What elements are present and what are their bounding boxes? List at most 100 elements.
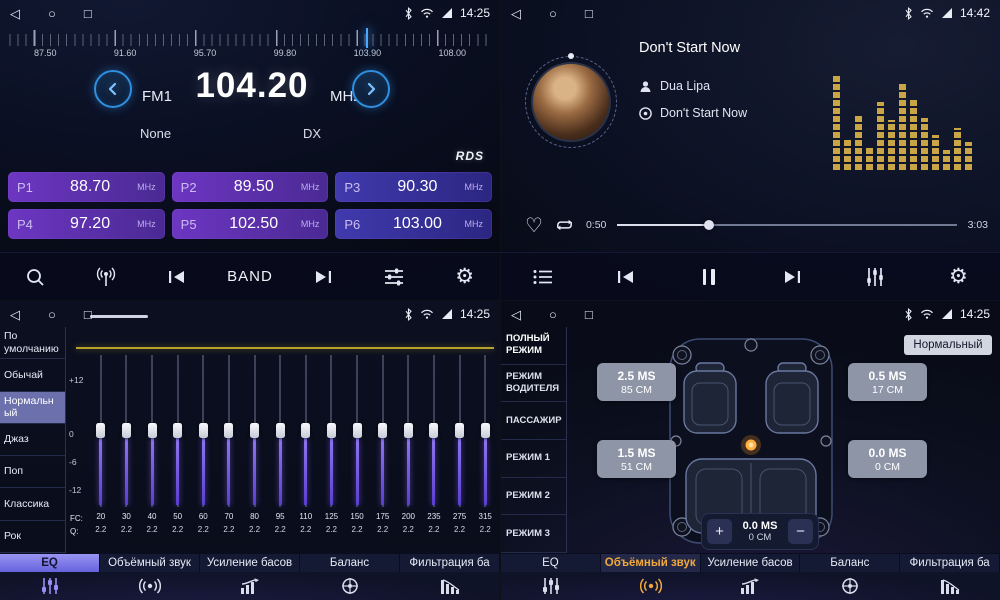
surround-tab-icon[interactable] [601, 572, 701, 600]
next-station-button[interactable] [303, 257, 343, 297]
eq-slider-knob[interactable] [199, 423, 208, 438]
eq-band-slider[interactable] [478, 355, 492, 507]
preset-button-p6[interactable]: P6103.00MHz [335, 209, 492, 239]
recents-icon[interactable]: □ [585, 7, 593, 20]
home-icon[interactable]: ○ [549, 7, 557, 20]
surround-mode-item[interactable]: РЕЖИМ 3 [501, 515, 566, 553]
balance-tab-icon[interactable] [800, 572, 900, 600]
filter-tab-icon[interactable] [900, 572, 1000, 600]
eq-slider-knob[interactable] [173, 423, 182, 438]
surround-mode-item[interactable]: ПАССАЖИР [501, 402, 566, 440]
scan-button[interactable] [15, 257, 55, 297]
pause-button[interactable] [689, 257, 729, 297]
eq-slider-knob[interactable] [378, 423, 387, 438]
filter-tab-icon[interactable] [400, 572, 500, 600]
audio-tab-surround[interactable]: Объёмный звук [601, 554, 701, 572]
delay-decrease-button[interactable]: − [788, 519, 813, 544]
audio-tab-eq[interactable]: EQ [501, 554, 601, 572]
audio-settings-button[interactable] [374, 257, 414, 297]
surround-mode-item[interactable]: РЕЖИМ ВОДИТЕЛЯ [501, 365, 566, 403]
previous-track-button[interactable] [606, 257, 646, 297]
frequency-scale[interactable]: 87.50 91.60 95.70 99.80 103.90 108.00 [8, 30, 492, 64]
repeat-icon[interactable] [554, 217, 575, 233]
home-icon[interactable]: ○ [48, 308, 56, 321]
eq-band-slider[interactable] [427, 355, 441, 507]
tune-down-button[interactable] [94, 70, 132, 108]
surround-mode-item[interactable]: РЕЖИМ 2 [501, 478, 566, 516]
audio-tab-balance[interactable]: Баланс [800, 554, 900, 572]
audio-tab-eq[interactable]: EQ [0, 554, 100, 572]
eq-band-slider[interactable] [453, 355, 467, 507]
delay-increase-button[interactable]: + [707, 519, 732, 544]
preset-button-p4[interactable]: P497.20MHz [8, 209, 165, 239]
settings-button[interactable]: ⚙ [445, 257, 485, 297]
back-icon[interactable]: ◁ [511, 7, 521, 20]
eq-band-slider[interactable] [94, 355, 108, 507]
favorite-button[interactable]: ♡ [525, 215, 543, 235]
sound-profile-button[interactable]: Нормальный [904, 335, 992, 355]
preset-button-p3[interactable]: P390.30MHz [335, 172, 492, 202]
surround-tab-icon[interactable] [100, 572, 200, 600]
playlist-button[interactable] [523, 257, 563, 297]
eq-band-slider[interactable] [248, 355, 262, 507]
recents-icon[interactable]: □ [84, 7, 92, 20]
recents-icon[interactable]: □ [585, 308, 593, 321]
audio-tab-surround[interactable]: Объёмный звук [100, 554, 200, 572]
eq-slider-knob[interactable] [148, 423, 157, 438]
eq-band-slider[interactable] [171, 355, 185, 507]
eq-slider-knob[interactable] [481, 423, 490, 438]
progress-knob[interactable] [704, 220, 714, 230]
eq-slider-knob[interactable] [353, 423, 362, 438]
audio-tab-filter[interactable]: Фильтрация ба [900, 554, 1000, 572]
eq-preset-item[interactable]: По умолчанию [0, 327, 65, 359]
delay-front-left[interactable]: 2.5 MS 85 CM [597, 363, 676, 401]
eq-tab-icon[interactable] [501, 572, 601, 600]
recents-icon[interactable]: □ [84, 308, 92, 321]
settings-button[interactable]: ⚙ [938, 257, 978, 297]
audio-tab-bass-boost[interactable]: Усиление басов [200, 554, 300, 572]
eq-band-slider[interactable] [196, 355, 210, 507]
back-icon[interactable]: ◁ [10, 7, 20, 20]
eq-slider-knob[interactable] [327, 423, 336, 438]
eq-preset-item[interactable]: Джаз [0, 424, 65, 456]
eq-slider-knob[interactable] [429, 423, 438, 438]
back-icon[interactable]: ◁ [10, 308, 20, 321]
eq-preset-item[interactable]: Рок [0, 521, 65, 553]
eq-preset-item[interactable]: Классика [0, 488, 65, 520]
tune-up-button[interactable] [352, 70, 390, 108]
eq-tab-icon[interactable] [0, 572, 100, 600]
eq-slider-knob[interactable] [301, 423, 310, 438]
eq-slider-knob[interactable] [404, 423, 413, 438]
eq-preset-item[interactable]: Нормальный [0, 392, 65, 424]
eq-slider-knob[interactable] [276, 423, 285, 438]
eq-band-slider[interactable] [350, 355, 364, 507]
eq-slider-knob[interactable] [250, 423, 259, 438]
eq-slider-knob[interactable] [122, 423, 131, 438]
preset-button-p2[interactable]: P289.50MHz [172, 172, 329, 202]
delay-rear-right[interactable]: 0.0 MS 0 CM [848, 440, 927, 478]
delay-rear-left[interactable]: 1.5 MS 51 CM [597, 440, 676, 478]
eq-band-slider[interactable] [324, 355, 338, 507]
eq-slider-knob[interactable] [96, 423, 105, 438]
audio-tab-filter[interactable]: Фильтрация ба [400, 554, 500, 572]
eq-slider-knob[interactable] [455, 423, 464, 438]
band-button[interactable]: BAND [227, 268, 273, 285]
eq-band-slider[interactable] [145, 355, 159, 507]
surround-mode-item[interactable]: ПОЛНЫЙ РЕЖИМ [501, 327, 566, 365]
back-icon[interactable]: ◁ [511, 308, 521, 321]
preset-button-p5[interactable]: P5102.50MHz [172, 209, 329, 239]
delay-front-right[interactable]: 0.5 MS 17 CM [848, 363, 927, 401]
bass-boost-tab-icon[interactable] [701, 572, 801, 600]
home-icon[interactable]: ○ [48, 7, 56, 20]
next-track-button[interactable] [772, 257, 812, 297]
eq-band-slider[interactable] [119, 355, 133, 507]
eq-band-slider[interactable] [299, 355, 313, 507]
surround-mode-item[interactable]: РЕЖИМ 1 [501, 440, 566, 478]
broadcast-button[interactable] [86, 257, 126, 297]
equalizer-button[interactable] [855, 257, 895, 297]
audio-tab-balance[interactable]: Баланс [300, 554, 400, 572]
previous-station-button[interactable] [157, 257, 197, 297]
eq-preset-item[interactable]: Поп [0, 456, 65, 488]
eq-slider-knob[interactable] [224, 423, 233, 438]
progress-slider[interactable] [617, 219, 956, 231]
